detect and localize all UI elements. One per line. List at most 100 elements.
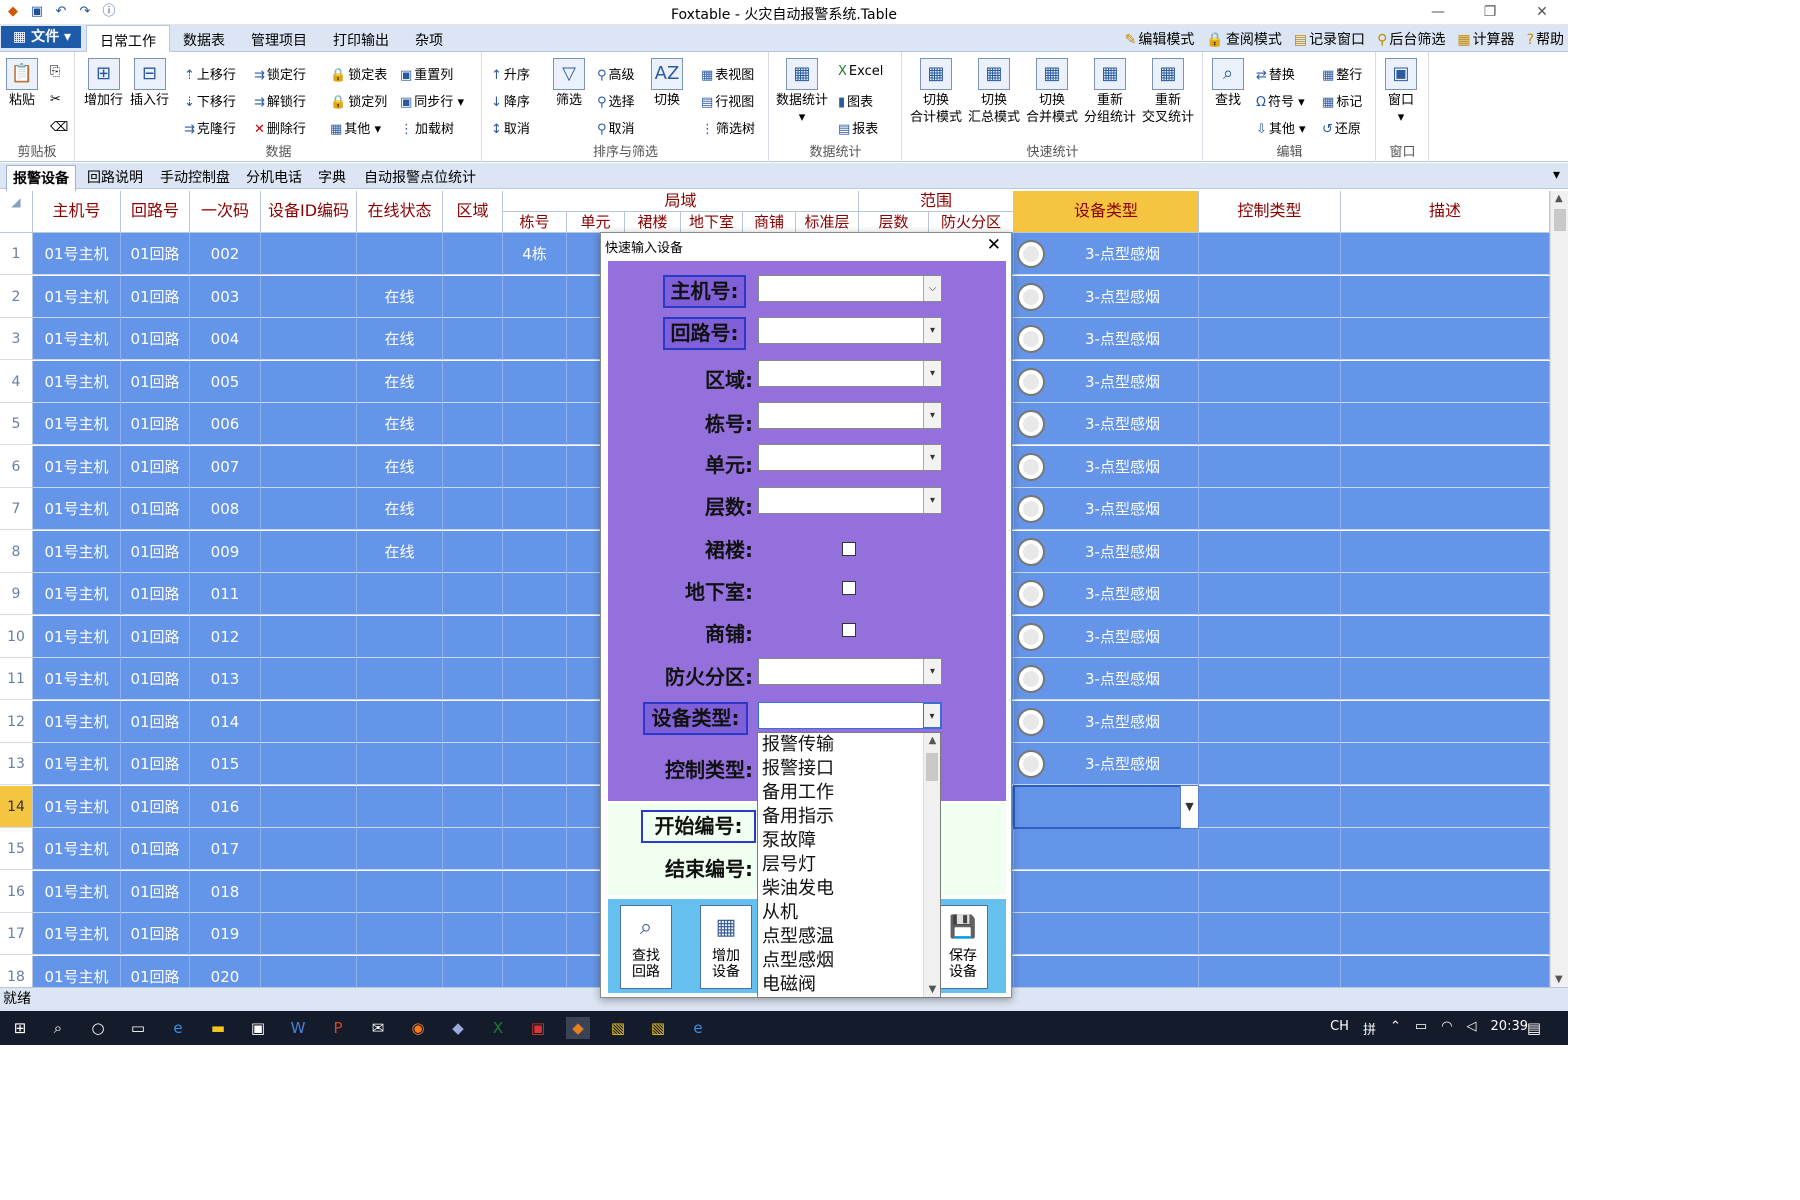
device-type-combo[interactable]: ▾ (758, 702, 942, 729)
cell-online[interactable]: 在线 (357, 275, 443, 318)
add-row-button[interactable]: ⊞ 增加行 (84, 58, 123, 109)
row-view-button[interactable]: ▤ 行视图 (701, 91, 754, 110)
pdf-icon[interactable]: ▣ (526, 1017, 550, 1039)
cell-building[interactable] (503, 530, 567, 573)
shop-checkbox[interactable] (842, 623, 856, 637)
cell-loop[interactable]: 01回路 (121, 403, 190, 445)
cell-area[interactable] (443, 913, 503, 955)
dropdown-option[interactable]: 从机 (758, 901, 940, 925)
row-number[interactable]: 11 (0, 658, 33, 700)
reset-column-button[interactable]: ▣ 重置列 (400, 64, 453, 83)
cell-host[interactable]: 01号主机 (33, 488, 121, 530)
lock-table-button[interactable]: 🔒 锁定表 (330, 64, 387, 83)
chevron-down-icon[interactable]: ▾ (923, 445, 941, 470)
sheet-tab-alarm-devices[interactable]: 报警设备 (6, 165, 76, 191)
cell-description[interactable] (1341, 913, 1550, 955)
lang-indicator[interactable]: CH (1330, 1019, 1349, 1038)
cell-building[interactable] (503, 828, 567, 870)
cell-code[interactable]: 013 (190, 658, 261, 700)
sync-row-button[interactable]: ▣ 同步行 ▾ (400, 91, 464, 110)
row-number[interactable]: 7 (0, 488, 33, 530)
switch-total-mode-button[interactable]: ▦ 切换 合计模式 (907, 58, 965, 126)
select-filter-button[interactable]: ⚲ 选择 (597, 91, 635, 110)
save-device-button[interactable]: 💾 保存 设备 (938, 905, 988, 989)
notification-icon[interactable]: ▤ (1522, 1017, 1546, 1039)
header-unit[interactable]: 单元 (567, 212, 625, 233)
cell-code[interactable]: 008 (190, 488, 261, 530)
cell-area[interactable] (443, 955, 503, 987)
switch-summary-mode-button[interactable]: ▦ 切换 汇总模式 (965, 58, 1023, 126)
cell-device-id[interactable] (261, 360, 357, 403)
file-menu-button[interactable]: ▦ 文件 ▾ (1, 26, 81, 48)
cell-device-id[interactable] (261, 785, 357, 828)
cell-building[interactable] (503, 913, 567, 955)
cell-device-id[interactable] (261, 913, 357, 955)
cell-description[interactable] (1341, 955, 1550, 987)
scroll-down-icon[interactable]: ▼ (924, 984, 941, 995)
cell-host[interactable]: 01号主机 (33, 870, 121, 913)
tab-misc[interactable]: 杂项 (402, 25, 456, 52)
device-type-dropdown-button[interactable]: ▼ (1180, 785, 1199, 829)
radio-icon[interactable] (1017, 750, 1045, 778)
cell-device-type[interactable] (1014, 870, 1199, 913)
device-type-edit-cell[interactable] (1013, 785, 1199, 829)
row-number[interactable]: 5 (0, 403, 33, 445)
cell-description[interactable] (1341, 658, 1550, 700)
tool-icon[interactable]: ▧ (606, 1017, 630, 1039)
filter-button[interactable]: ▽ 筛选 (553, 58, 585, 109)
cell-device-id[interactable] (261, 530, 357, 573)
area-combo[interactable]: ▾ (758, 360, 942, 387)
dropdown-option[interactable]: 点型感烟 (758, 949, 940, 973)
cell-device-id[interactable] (261, 275, 357, 318)
foxtable-taskbar-icon[interactable]: ◆ (566, 1017, 590, 1039)
chevron-down-icon[interactable]: ▾ (923, 488, 941, 513)
cell-code[interactable]: 011 (190, 573, 261, 615)
unlock-row-button[interactable]: ⇉ 解锁行 (254, 91, 306, 110)
unit-combo[interactable]: ▾ (758, 444, 942, 471)
tab-manage-project[interactable]: 管理项目 (238, 25, 320, 52)
cell-control-type[interactable] (1199, 275, 1341, 318)
row-number[interactable]: 4 (0, 360, 33, 403)
cell-loop[interactable]: 01回路 (121, 360, 190, 403)
cell-code[interactable]: 005 (190, 360, 261, 403)
toggle-sort-button[interactable]: AZ 切换 (651, 58, 683, 109)
cell-online[interactable]: 在线 (357, 360, 443, 403)
tabs-dropdown-icon[interactable]: ▾ (1553, 167, 1560, 183)
sheet-tab-loop-desc[interactable]: 回路说明 (87, 167, 143, 187)
data-stats-button[interactable]: ▦ 数据统计 ▾ (776, 58, 828, 126)
cell-building[interactable]: 4栋 (503, 233, 567, 275)
radio-icon[interactable] (1017, 325, 1045, 353)
cell-description[interactable] (1341, 488, 1550, 530)
app-icon[interactable]: ◆ (446, 1017, 470, 1039)
cell-area[interactable] (443, 318, 503, 360)
calculator-button[interactable]: ▦ 计算器 (1457, 29, 1514, 49)
cell-area[interactable] (443, 658, 503, 700)
cell-host[interactable]: 01号主机 (33, 658, 121, 700)
cell-online[interactable]: 在线 (357, 488, 443, 530)
cell-control-type[interactable] (1199, 743, 1341, 785)
copy-icon[interactable]: ⎘ (50, 64, 60, 79)
building-combo[interactable]: ▾ (758, 402, 942, 429)
cell-building[interactable] (503, 785, 567, 828)
row-number[interactable]: 17 (0, 913, 33, 955)
cell-host[interactable]: 01号主机 (33, 955, 121, 987)
cell-online[interactable] (357, 573, 443, 615)
cell-building[interactable] (503, 700, 567, 743)
cell-building[interactable] (503, 275, 567, 318)
radio-icon[interactable] (1017, 495, 1045, 523)
tool2-icon[interactable]: ▧ (646, 1017, 670, 1039)
cell-control-type[interactable] (1199, 530, 1341, 573)
replace-button[interactable]: ⇄ 替换 (1256, 64, 1295, 83)
cell-online[interactable] (357, 615, 443, 658)
row-number[interactable]: 8 (0, 530, 33, 573)
header-building[interactable]: 栋号 (503, 212, 567, 233)
header-online[interactable]: 在线状态 (357, 191, 443, 233)
cell-device-id[interactable] (261, 445, 357, 488)
cell-description[interactable] (1341, 828, 1550, 870)
cell-host[interactable]: 01号主机 (33, 275, 121, 318)
cell-device-type[interactable] (1014, 955, 1199, 987)
header-podium[interactable]: 裙楼 (625, 212, 681, 233)
cell-code[interactable]: 018 (190, 870, 261, 913)
scroll-up-icon[interactable]: ▲ (924, 735, 941, 746)
cell-control-type[interactable] (1199, 870, 1341, 913)
